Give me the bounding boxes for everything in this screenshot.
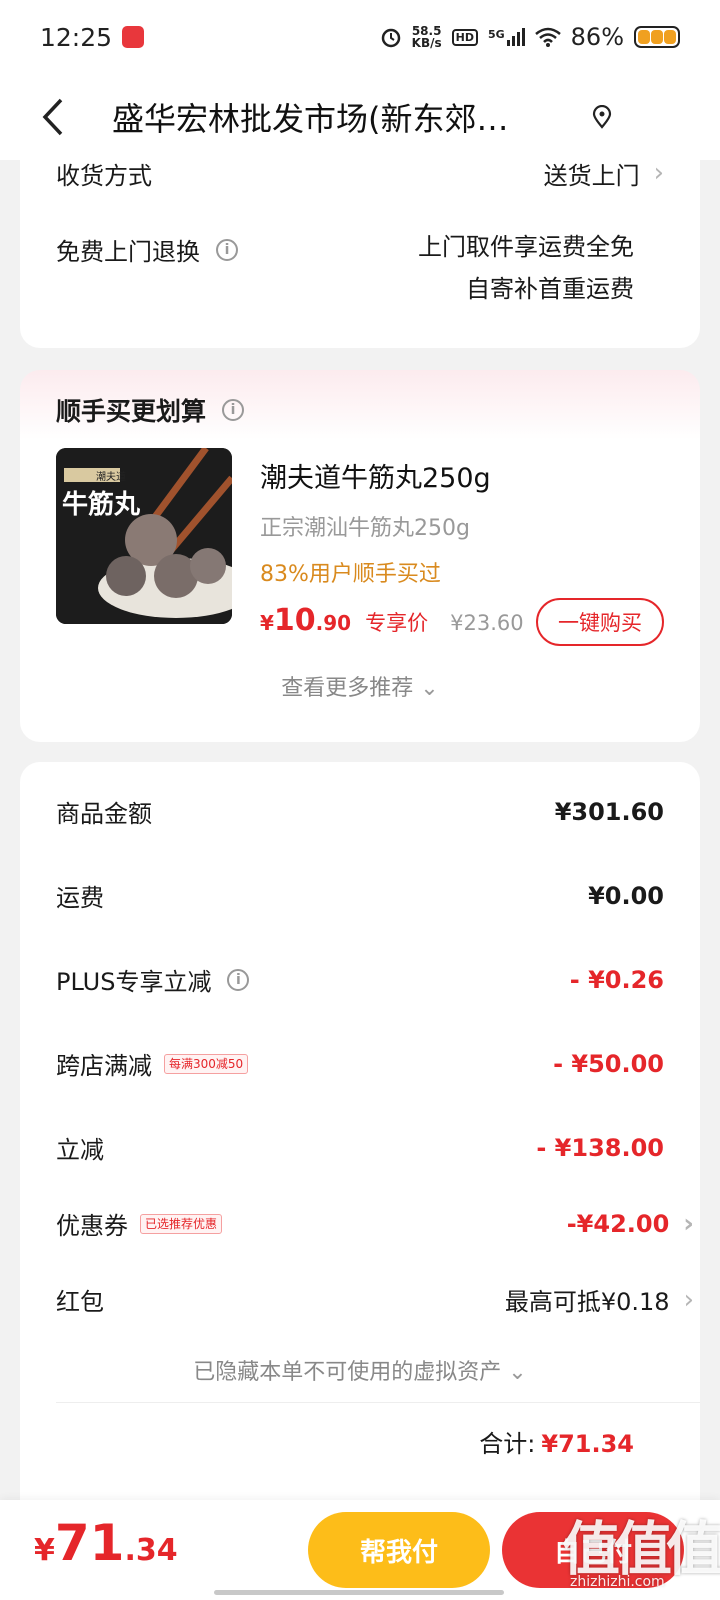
row-amount: - ¥138.00 [536,1133,664,1162]
red-packet-row[interactable]: 红包 最高可抵¥0.18 › [56,1282,694,1317]
free-return-label: 免费上门退换 [56,238,200,266]
total-amount: ¥71.34 [541,1430,634,1458]
wifi-icon [534,27,561,47]
pay-currency: ¥ [34,1533,55,1568]
hidden-assets-text: 已隐藏本单不可使用的虚拟资产 [193,1360,502,1385]
order-summary-card: 商品金额 ¥301.60 运费 ¥0.00 PLUS专享立减 i - ¥0.26… [20,762,700,1500]
row-amount: 最高可抵¥0.18 › [505,1282,694,1317]
plus-discount-row: PLUS专享立减 i - ¥0.26 [56,962,664,997]
original-price: ¥23.60 [450,611,524,635]
row-label: 优惠券 [56,1212,128,1240]
exclusive-price-tag: 专享价 [365,611,429,635]
row-label: 运费 [56,884,104,912]
row-label: PLUS专享立减 [56,968,212,996]
product-name[interactable]: 潮夫道牛筋丸250g [260,456,491,495]
goods-amount-row: 商品金额 ¥301.60 [56,794,664,829]
network-speed: 58.5 KB/s [412,25,442,49]
recommend-title-text: 顺手买更划算 [56,397,207,426]
back-arrow-icon[interactable] [18,74,88,160]
total-row: 合计: ¥71.34 [479,1424,634,1459]
status-bar: 12:25 58.5 KB/s HD 5G 86% [0,0,720,74]
chevron-right-icon: › [683,1208,694,1239]
signal-icon: 5G [488,28,525,46]
product-price: ¥10.90 [260,603,351,638]
free-return-value: 上门取件享运费全免 自寄补首重运费 [418,226,634,310]
product-photo [56,448,232,624]
recommend-title: 顺手买更划算 i [56,392,245,428]
one-click-buy-button[interactable]: 一键购买 [536,598,664,646]
divider [56,1402,700,1403]
row-amount: ¥301.60 [554,797,664,826]
row-amount: - ¥0.26 [569,965,664,994]
price-currency: ¥ [260,611,274,635]
return-value-line1: 上门取件享运费全免 [418,233,634,261]
coupon-selected-badge: 已选推荐优惠 [140,1213,223,1234]
chevron-right-icon: › [653,158,664,188]
cross-store-discount-row: 跨店满减 每满300减50 - ¥50.00 [56,1046,664,1081]
network-type: 5G [487,28,505,41]
row-label: 跨店满减 [56,1052,152,1080]
coupon-amount: -¥42.00 [566,1209,670,1238]
price-dec: .90 [315,611,352,635]
pay-dec: .34 [124,1533,178,1568]
nav-bar: 盛华宏林批发市场(新东郊… [0,74,720,160]
alarm-icon [381,28,400,48]
more-recommendations-link[interactable]: 查看更多推荐 ⌄ [20,670,700,702]
row-amount: -¥42.00 › [567,1209,694,1239]
users-bought-text: 83%用户顺手买过 [260,562,441,587]
pay-int: 71 [54,1514,125,1572]
hd-badge: HD [451,28,478,46]
battery-icon [634,26,680,48]
info-icon[interactable]: i [227,968,250,991]
app-notification-icon [122,26,145,48]
instant-discount-row: 立减 - ¥138.00 [56,1130,664,1165]
row-label: 立减 [56,1136,104,1164]
total-label: 合计: [479,1430,536,1458]
row-amount: ¥0.00 [588,881,664,910]
info-icon[interactable]: i [216,238,238,261]
recommend-card: 顺手买更划算 i 潮夫道 牛筋丸 潮夫道牛筋丸250g 正宗潮汕牛筋丸250g … [20,370,700,742]
bottom-pay-bar: ¥ 71 .34 帮我付 自己付 [0,1500,720,1600]
image-brand-text: 潮夫道 [96,472,126,483]
info-icon[interactable]: i [222,399,245,421]
delivery-card: 收货方式 送货上门 › 免费上门退换 i 上门取件享运费全免 自寄补首重运费 [20,158,700,348]
status-icons: 58.5 KB/s HD 5G 86% [380,23,680,51]
delivery-method-row[interactable]: 收货方式 送货上门 › [56,158,664,190]
image-title-text: 牛筋丸 [62,490,141,520]
return-value-line2: 自寄补首重运费 [466,275,634,303]
chevron-right-icon: › [683,1284,694,1315]
home-indicator[interactable] [214,1590,504,1595]
chevron-down-icon: ⌄ [508,1360,527,1385]
price-row: ¥10.90 专享价 ¥23.60 [260,603,524,638]
row-label: 红包 [56,1288,104,1316]
red-packet-amount: 最高可抵¥0.18 [504,1288,670,1316]
self-pay-button[interactable]: 自己付 [502,1512,684,1588]
row-label: 商品金额 [56,800,152,828]
shipping-fee-row: 运费 ¥0.00 [56,878,664,913]
location-pin-icon[interactable] [582,97,622,137]
more-recommendations-text: 查看更多推荐 [281,676,414,701]
product-subtitle: 正宗潮汕牛筋丸250g [260,516,470,541]
row-amount: - ¥50.00 [553,1049,664,1078]
hidden-assets-toggle[interactable]: 已隐藏本单不可使用的虚拟资产 ⌄ [20,1354,700,1386]
price-int: 10 [273,603,316,638]
page-title: 盛华宏林批发市场(新东郊… [112,100,509,138]
chevron-down-icon: ⌄ [420,676,439,701]
product-image[interactable]: 潮夫道 牛筋丸 [56,448,232,624]
discount-rule-badge: 每满300减50 [164,1053,249,1074]
net-speed-unit: KB/s [411,36,442,50]
status-time: 12:25 [40,22,113,52]
delivery-method-value: 送货上门 [543,161,640,190]
pay-total: ¥ 71 .34 [34,1514,178,1572]
coupon-row[interactable]: 优惠券 已选推荐优惠 -¥42.00 › [56,1206,694,1241]
help-me-pay-button[interactable]: 帮我付 [308,1512,490,1588]
delivery-method-label: 收货方式 [56,161,152,190]
battery-percent: 86% [570,23,624,51]
